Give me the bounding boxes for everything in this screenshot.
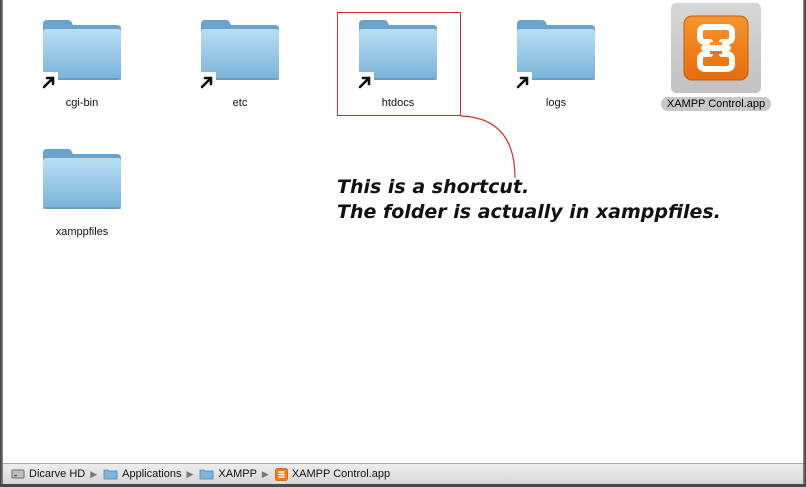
path-bar: Dicarve HD ▶ Applications ▶ XAMPP ▶ XAMP… [3, 463, 803, 484]
xampp-app-icon [274, 467, 288, 481]
path-separator: ▶ [261, 468, 269, 479]
path-crumb-applications[interactable]: Applications [103, 468, 181, 480]
folder-icon [103, 469, 118, 480]
path-crumb-dicarve-hd[interactable]: Dicarve HD [11, 468, 85, 480]
annotation-text: This is a shortcut. The folder is actual… [337, 175, 721, 225]
annotation-line-1: This is a shortcut. [337, 176, 530, 198]
path-crumb-xampp[interactable]: XAMPP [199, 468, 257, 480]
annotation-connector [460, 115, 516, 179]
finder-window: cgi-bin etc htdocs logs XAMPP Control.ap… [0, 0, 806, 487]
path-crumb-xampp-control-app[interactable]: XAMPP Control.app [274, 467, 391, 481]
path-crumb-label: Applications [122, 468, 182, 480]
annotation-line-2: The folder is actually in xamppfiles. [337, 201, 721, 223]
folder-icon [200, 469, 214, 480]
hard-drive-icon [11, 469, 25, 479]
path-crumb-label: XAMPP Control.app [291, 468, 391, 480]
path-separator: ▶ [186, 468, 194, 479]
path-separator: ▶ [90, 468, 98, 479]
path-crumb-label: Dicarve HD [29, 468, 86, 480]
path-crumb-label: XAMPP [218, 468, 257, 480]
